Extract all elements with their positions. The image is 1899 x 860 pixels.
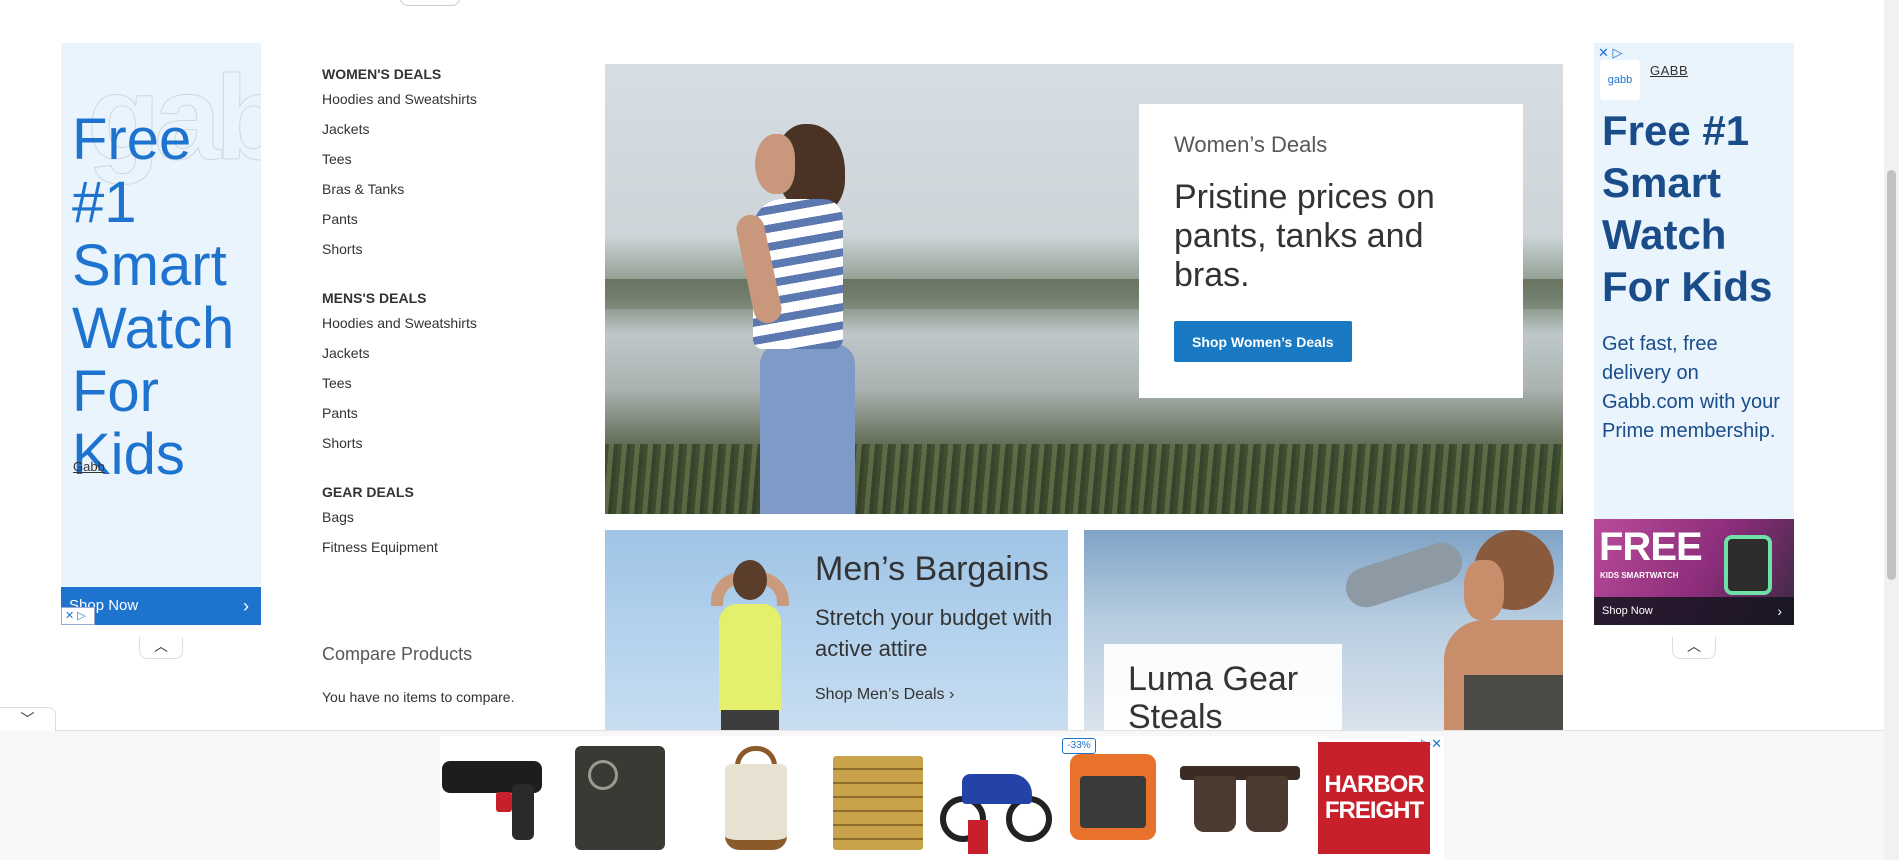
gabb-logo: gabb bbox=[1600, 60, 1640, 100]
sidebar-heading-womens-deals: WOMEN'S DEALS bbox=[322, 66, 442, 82]
adchoices-icon[interactable]: ✕ ▷ bbox=[1598, 45, 1623, 61]
logo-line-2: FREIGHT bbox=[1324, 797, 1424, 824]
chevron-up-icon: ︿ bbox=[154, 638, 168, 654]
promo-mens-bargains[interactable]: Men’s Bargains Stretch your budget with … bbox=[605, 530, 1068, 730]
hero-promo-card: Women’s Deals Pristine prices on pants, … bbox=[1139, 104, 1523, 398]
left-ad-headline: Free #1 Smart Watch For Kids bbox=[72, 107, 235, 487]
hero-headline: Pristine prices on pants, tanks and bras… bbox=[1174, 178, 1435, 294]
shop-mens-deals-label: Shop Men’s Deals bbox=[815, 686, 945, 703]
hero-runner-image bbox=[733, 104, 875, 514]
sidebar-link-men-shorts[interactable]: Shorts bbox=[322, 428, 562, 458]
page-scrollbar[interactable] bbox=[1884, 0, 1899, 860]
sticky-ad-toggle-button[interactable]: ﹀ bbox=[0, 707, 56, 731]
scrollbar-thumb[interactable] bbox=[1887, 170, 1896, 580]
right-ad-shop-now-button[interactable]: Shop Now › bbox=[1594, 597, 1794, 625]
sidebar-link-women-shorts[interactable]: Shorts bbox=[322, 234, 562, 264]
chevron-down-icon: ﹀ bbox=[20, 711, 35, 727]
right-ad-banner[interactable]: FREE KIDS SMARTWATCH Shop Now › bbox=[1594, 519, 1794, 625]
product-tool-chest[interactable] bbox=[828, 746, 928, 856]
adchoices-icon[interactable]: ✕ ▷ bbox=[61, 607, 95, 625]
hero-womens-deals[interactable]: Women’s Deals Pristine prices on pants, … bbox=[605, 64, 1563, 514]
sidebar-link-men-pants[interactable]: Pants bbox=[322, 398, 562, 428]
left-ad-gabb[interactable]: gabb Free #1 Smart Watch For Kids Gabb S… bbox=[61, 43, 261, 625]
discount-badge: -33% bbox=[1062, 738, 1096, 754]
product-tool-belt[interactable] bbox=[1180, 746, 1300, 856]
smartwatch-image bbox=[1724, 535, 1772, 595]
sidebar-link-gear-bags[interactable]: Bags bbox=[322, 502, 562, 532]
promo-luma-gear-steals[interactable]: Luma Gear Steals bbox=[1084, 530, 1563, 730]
shop-mens-deals-link[interactable]: Shop Men’s Deals › bbox=[815, 686, 954, 704]
product-dirt-bike-stand[interactable] bbox=[938, 746, 1058, 856]
men-panel-subtitle: Stretch your budget with active attire bbox=[815, 605, 1053, 661]
chevron-up-icon: ︿ bbox=[1687, 638, 1701, 654]
sidebar-link-women-tees[interactable]: Tees bbox=[322, 144, 562, 174]
product-survival-kit[interactable] bbox=[570, 746, 670, 856]
compare-products-empty-text: You have no items to compare. bbox=[322, 689, 515, 705]
gear-panel-image bbox=[1444, 530, 1563, 730]
gear-panel-card: Luma Gear Steals bbox=[1104, 644, 1342, 730]
logo-line-1: HARBOR bbox=[1324, 771, 1424, 798]
sidebar-link-women-jackets[interactable]: Jackets bbox=[322, 114, 562, 144]
hero-eyebrow: Women’s Deals bbox=[1174, 132, 1328, 157]
sidebar-link-men-tees[interactable]: Tees bbox=[322, 368, 562, 398]
left-ad-collapse-button[interactable]: ︿ bbox=[139, 637, 183, 659]
right-ad-brand-link[interactable]: GABB bbox=[1650, 63, 1688, 78]
gear-panel-title: Luma Gear Steals bbox=[1128, 660, 1299, 730]
left-ad-brand-link[interactable]: Gabb bbox=[73, 459, 105, 474]
right-ad-collapse-button[interactable]: ︿ bbox=[1672, 637, 1716, 659]
compare-products-title: Compare Products bbox=[322, 644, 473, 664]
sidebar-link-women-hoodies[interactable]: Hoodies and Sweatshirts bbox=[322, 84, 562, 114]
men-panel-title: Men’s Bargains bbox=[815, 550, 1049, 588]
men-panel-image bbox=[705, 560, 795, 730]
banner-subtext: KIDS SMARTWATCH bbox=[1600, 571, 1679, 580]
chevron-right-icon: › bbox=[243, 596, 249, 616]
shop-womens-deals-button[interactable]: Shop Women’s Deals bbox=[1174, 321, 1352, 362]
product-impact-wrench[interactable] bbox=[442, 746, 546, 856]
sidebar-link-women-pants[interactable]: Pants bbox=[322, 204, 562, 234]
chevron-right-icon: › bbox=[1777, 603, 1782, 619]
right-ad-headline: Free #1 Smart Watch For Kids bbox=[1602, 107, 1773, 310]
right-ad-shop-now-label: Shop Now bbox=[1602, 605, 1653, 617]
harbor-freight-logo[interactable]: HARBOR FREIGHT bbox=[1318, 742, 1430, 854]
chevron-right-icon: › bbox=[949, 686, 955, 703]
sidebar-heading-gear-deals: GEAR DEALS bbox=[322, 484, 414, 500]
banner-free-text: FREE bbox=[1599, 525, 1703, 569]
sidebar-link-women-bras-tanks[interactable]: Bras & Tanks bbox=[322, 174, 562, 204]
sidebar-link-men-hoodies[interactable]: Hoodies and Sweatshirts bbox=[322, 308, 562, 338]
product-canvas-bucket-bag[interactable] bbox=[715, 746, 795, 856]
right-ad-gabb[interactable]: ✕ ▷ gabb GABB Free #1 Smart Watch For Ki… bbox=[1594, 43, 1794, 625]
right-ad-body: Get fast, free delivery on Gabb.com with… bbox=[1602, 333, 1780, 442]
top-control-stub[interactable] bbox=[400, 0, 460, 6]
harbor-freight-ad[interactable]: ▷✕ -33% HARBOR FREIGHT bbox=[440, 736, 1444, 860]
sidebar-heading-mens-deals: MENS'S DEALS bbox=[322, 290, 427, 306]
page: gabb Free #1 Smart Watch For Kids Gabb S… bbox=[0, 0, 1899, 860]
sidebar-link-men-jackets[interactable]: Jackets bbox=[322, 338, 562, 368]
product-hard-case[interactable]: -33% bbox=[1062, 738, 1162, 856]
sidebar-link-gear-fitness[interactable]: Fitness Equipment bbox=[322, 532, 562, 562]
deals-sidebar: WOMEN'S DEALS Hoodies and Sweatshirts Ja… bbox=[322, 64, 562, 562]
